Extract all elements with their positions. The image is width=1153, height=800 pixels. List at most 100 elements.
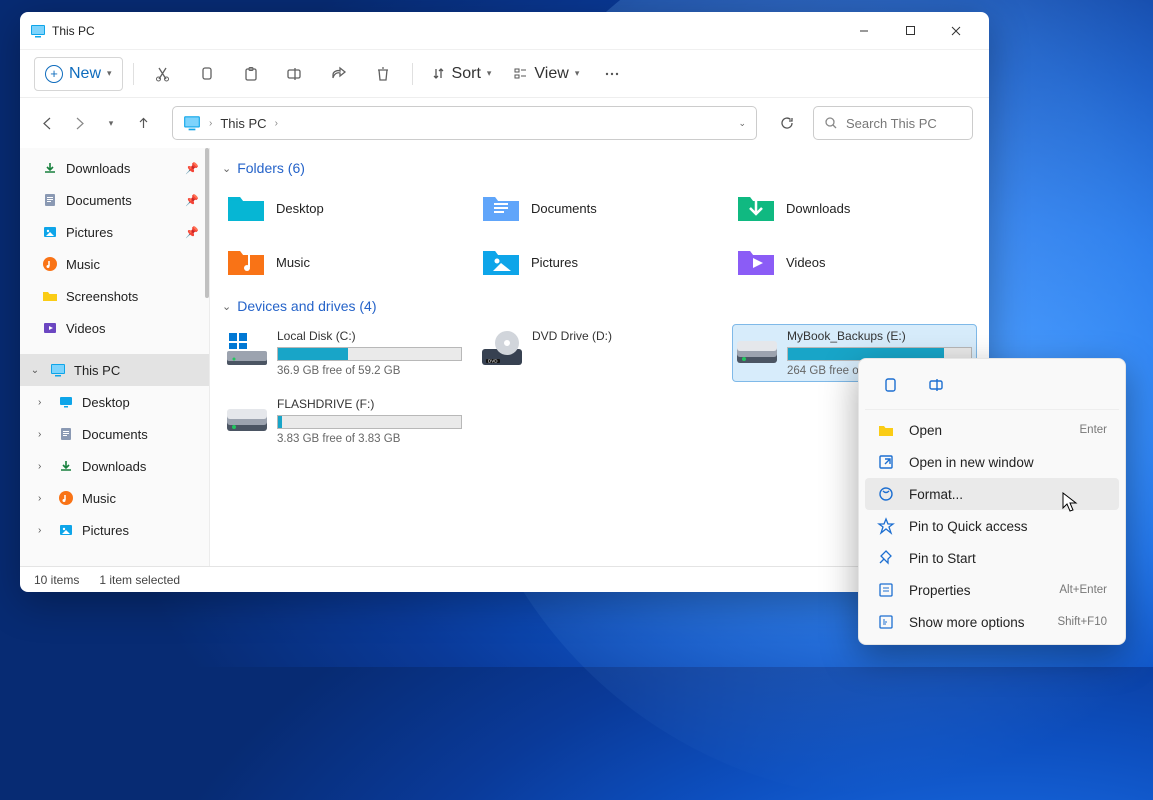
folder-desktop[interactable]: Desktop [222,186,467,230]
sidebar-item-label: Documents [66,193,132,208]
plus-icon: + [45,65,63,83]
pin-icon: 📌 [185,226,199,239]
view-button[interactable]: View ▾ [505,57,587,91]
desktop-icon [58,394,74,410]
download-icon [58,458,74,474]
props-icon [877,581,895,599]
sidebar-quick-music[interactable]: Music [20,248,209,280]
chevron-down-icon: ⌄ [28,365,42,376]
context-item-pin-to-quick-access[interactable]: Pin to Quick access [865,510,1119,542]
nav-back-button[interactable] [36,112,58,134]
address-bar[interactable]: › This PC › ⌄ [172,106,757,140]
folder-pictures[interactable]: Pictures [477,240,722,284]
sidebar-item-label: Downloads [66,161,130,176]
desktop-folder-icon [226,191,266,225]
chevron-right-icon: › [38,525,41,536]
doc-icon [58,426,74,442]
delete-button[interactable] [364,57,402,91]
maximize-button[interactable] [887,15,933,47]
context-rename-button[interactable] [919,369,955,401]
chevron-down-icon[interactable]: ⌄ [738,118,746,129]
ellipsis-icon [604,66,620,82]
app-icon [30,23,46,39]
view-icon [513,66,528,81]
drive-name: MyBook_Backups (E:) [787,329,972,343]
star-icon [877,517,895,535]
context-copy-button[interactable] [873,369,909,401]
context-item-pin-to-start[interactable]: Pin to Start [865,542,1119,574]
folder-label: Videos [786,255,826,270]
sidebar-tree-pictures[interactable]: ›Pictures [20,514,209,546]
sidebar-tree-documents[interactable]: › Documents [20,418,209,450]
music-icon [42,256,58,272]
group-header-folders[interactable]: ⌄ Folders (6) [222,160,977,176]
drive-name: Local Disk (C:) [277,329,462,343]
breadcrumb-separator: › [209,118,212,129]
context-item-format-[interactable]: Format... [865,478,1119,510]
window-title: This PC [52,24,95,38]
context-shortcut: Shift+F10 [1057,616,1107,628]
paste-button[interactable] [232,57,270,91]
share-button[interactable] [320,57,358,91]
sidebar-tree-downloads[interactable]: ›Downloads [20,450,209,482]
chevron-down-icon: ⌄ [222,162,231,175]
context-item-properties[interactable]: PropertiesAlt+Enter [865,574,1119,606]
hdd-icon [737,329,777,369]
chevron-down-icon: ⌄ [222,300,231,313]
new-button[interactable]: + New ▾ [34,57,123,91]
folder-downloads[interactable]: Downloads [732,186,977,230]
download-icon [42,160,58,176]
sidebar-quick-documents[interactable]: Documents📌 [20,184,209,216]
context-item-show-more-options[interactable]: Show more options Shift+F10 [865,606,1119,638]
folder-music[interactable]: Music [222,240,467,284]
context-item-label: Show more options [909,615,1025,630]
music-icon [58,490,74,506]
refresh-button[interactable] [775,111,799,135]
drive-name: FLASHDRIVE (F:) [277,397,462,411]
folder-videos[interactable]: Videos [732,240,977,284]
drive-item[interactable]: FLASHDRIVE (F:) 3.83 GB free of 3.83 GB [222,392,467,450]
folder-documents[interactable]: Documents [477,186,722,230]
sidebar-quick-downloads[interactable]: Downloads📌 [20,152,209,184]
context-menu: OpenEnterOpen in new windowFormat...Pin … [858,358,1126,645]
sidebar-tree-music[interactable]: ›Music [20,482,209,514]
context-item-label: Pin to Start [909,551,976,566]
sidebar-item-label: Music [82,491,116,506]
sidebar-item-this-pc[interactable]: ⌄ This PC [20,354,209,386]
nav-recent-button[interactable]: ▾ [100,112,122,134]
status-selection: 1 item selected [99,573,180,587]
sidebar-quick-screenshots[interactable]: Screenshots [20,280,209,312]
sort-icon [431,66,446,81]
more-button[interactable] [593,57,631,91]
context-item-label: Open in new window [909,455,1034,470]
search-box[interactable]: Search This PC [813,106,973,140]
sidebar-item-label: Downloads [82,459,146,474]
context-item-open[interactable]: OpenEnter [865,414,1119,446]
sidebar-quick-pictures[interactable]: Pictures 📌 [20,216,209,248]
folder-label: Pictures [531,255,578,270]
hdd-icon [227,397,267,437]
mouse-cursor [1062,492,1080,514]
sidebar-quick-videos[interactable]: Videos [20,312,209,344]
minimize-button[interactable] [841,15,887,47]
close-button[interactable] [933,15,979,47]
monitor-icon [50,362,66,378]
copy-button[interactable] [188,57,226,91]
sidebar-item-label: Documents [82,427,148,442]
sort-button[interactable]: Sort ▾ [423,57,500,91]
breadcrumb-text: This PC [220,116,266,131]
sidebar-tree-desktop[interactable]: ›Desktop [20,386,209,418]
drive-item[interactable]: Local Disk (C:)36.9 GB free of 59.2 GB [222,324,467,382]
sidebar-item-label: Pictures [66,225,113,240]
group-header-drives[interactable]: ⌄ Devices and drives (4) [222,298,977,314]
nav-up-button[interactable] [132,112,154,134]
nav-forward-button[interactable] [68,112,90,134]
toolbar-divider [133,63,134,85]
context-item-open-in-new-window[interactable]: Open in new window [865,446,1119,478]
chevron-right-icon: › [38,429,41,440]
cut-button[interactable] [144,57,182,91]
new-window-icon [877,453,895,471]
drive-free-text: 3.83 GB free of 3.83 GB [277,433,462,445]
drive-item[interactable]: DVD Drive (D:) [477,324,722,382]
rename-button[interactable] [276,57,314,91]
